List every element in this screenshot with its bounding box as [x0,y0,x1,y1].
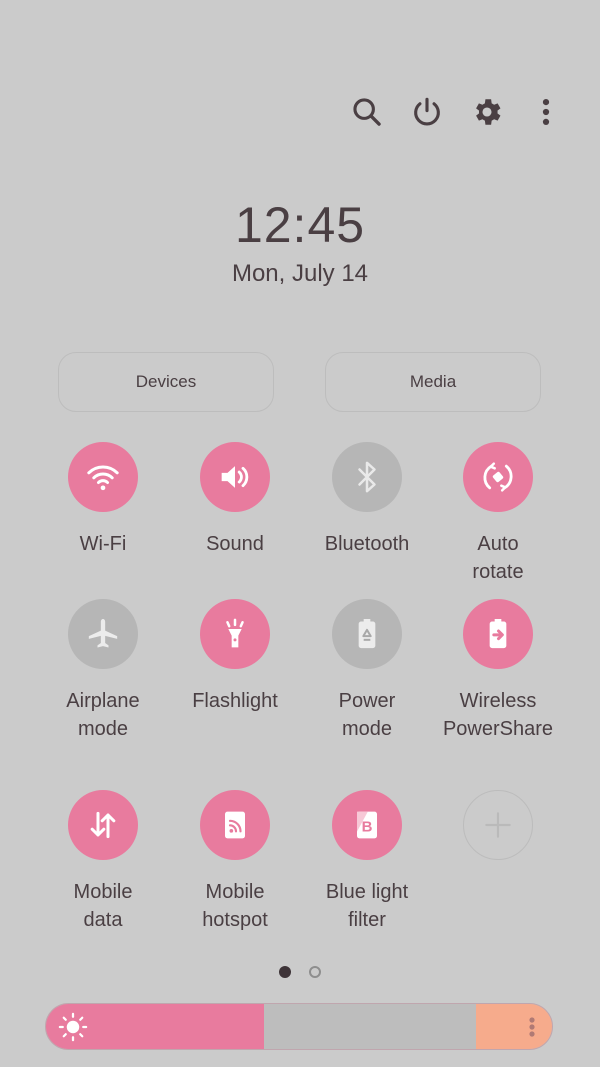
brightness-slider[interactable] [45,1003,553,1050]
top-bar [0,90,600,140]
tile-airplane-mode-toggle[interactable] [68,599,138,669]
rotate-icon [483,462,513,492]
power-icon [414,97,440,126]
airplane-icon [88,619,118,648]
tile-airplane-mode[interactable]: Airplane mode [37,599,169,743]
tile-wireless-powershare-toggle[interactable] [463,599,533,669]
hotspot-icon [225,811,245,839]
add-tile-button[interactable] [432,790,564,878]
page-dot-2[interactable] [309,966,321,978]
media-button[interactable]: Media [325,352,541,412]
add-tile-circle[interactable] [463,790,533,860]
svg-text:B: B [362,819,373,836]
tile-wifi-toggle[interactable] [68,442,138,512]
tile-mobile-data-toggle[interactable] [68,790,138,860]
tile-auto-rotate-toggle[interactable] [463,442,533,512]
speaker-icon [221,466,249,488]
tile-sound-toggle[interactable] [200,442,270,512]
blue-light-filter-icon: B [357,811,377,839]
tile-label: Auto rotate [472,533,524,583]
clock-date[interactable]: Mon, July 14 [0,260,600,288]
tile-label: Sound [206,533,264,555]
battery-recycle-icon [358,619,376,649]
wifi-icon [87,465,119,491]
tile-flashlight[interactable]: Flashlight [169,599,301,715]
tile-label: Wireless PowerShare [442,690,554,740]
gear-icon [476,99,501,125]
tile-power-mode-toggle[interactable] [332,599,402,669]
tile-auto-rotate[interactable]: Auto rotate [432,442,564,586]
more-options-button[interactable] [524,90,568,134]
tile-label: Mobile hotspot [202,881,268,931]
tile-sound[interactable]: Sound [169,442,301,558]
page-indicator [0,966,600,978]
tile-wifi[interactable]: Wi-Fi [37,442,169,558]
flashlight-icon [226,618,244,648]
tile-bluetooth-toggle[interactable] [332,442,402,512]
search-button[interactable] [345,90,389,134]
battery-share-icon [489,619,507,649]
tile-label: Airplane mode [66,690,140,740]
tile-wireless-powershare[interactable]: Wireless PowerShare [432,599,564,743]
tile-blue-light-filter[interactable]: B Blue light filter [301,790,433,934]
tile-label: Wi-Fi [79,533,127,555]
tile-label: Blue light filter [325,881,409,931]
tile-label: Bluetooth [324,533,410,555]
tile-blue-light-filter-toggle[interactable]: B [332,790,402,860]
settings-button[interactable] [465,90,509,134]
tile-label: Power mode [338,690,396,740]
plus-icon [485,812,511,838]
tile-bluetooth[interactable]: Bluetooth [301,442,433,558]
tile-mobile-hotspot-toggle[interactable] [200,790,270,860]
tile-mobile-data[interactable]: Mobile data [37,790,169,934]
clock-time[interactable]: 12:45 [0,196,600,254]
tile-label: Flashlight [192,690,278,712]
search-icon [353,98,381,126]
page-dot-1[interactable] [279,966,291,978]
tile-power-mode[interactable]: Power mode [301,599,433,743]
sun-icon [58,1012,88,1042]
tile-label: Mobile data [73,881,133,931]
more-vert-icon [542,98,550,126]
tile-mobile-hotspot[interactable]: Mobile hotspot [169,790,301,934]
devices-button[interactable]: Devices [58,352,274,412]
bluetooth-icon [358,461,376,493]
power-button[interactable] [405,90,449,134]
tile-flashlight-toggle[interactable] [200,599,270,669]
brightness-more-icon[interactable] [520,1011,544,1043]
data-arrows-icon [90,811,116,839]
